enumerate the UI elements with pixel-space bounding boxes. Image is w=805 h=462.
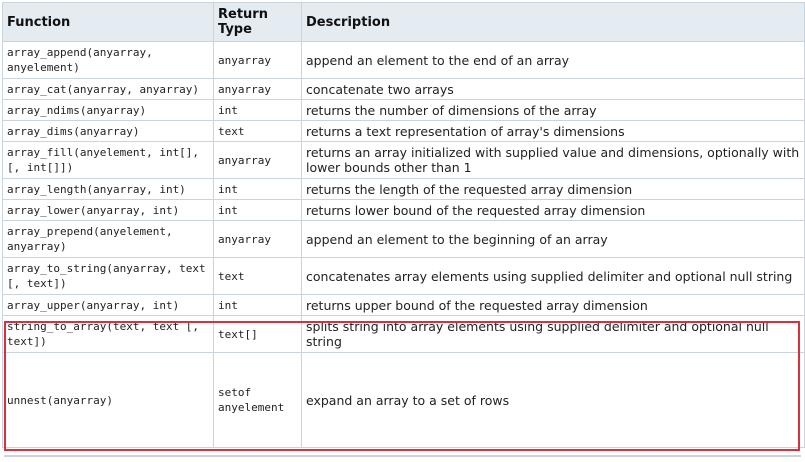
description-cell: returns a text representation of array's… bbox=[301, 120, 805, 142]
table-row: array_upper(anyarray, int) int returns u… bbox=[2, 294, 805, 316]
table-bottom-border bbox=[4, 455, 801, 457]
description-cell: concatenate two arrays bbox=[301, 78, 805, 100]
return-type-cell: text bbox=[213, 120, 302, 142]
function-cell: array_prepend(anyelement, anyarray) bbox=[2, 220, 214, 258]
table-row: array_lower(anyarray, int) int returns l… bbox=[2, 199, 805, 221]
return-type-cell: setof anyelement bbox=[213, 352, 302, 448]
function-cell: array_fill(anyelement, int[], [, int[]]) bbox=[2, 141, 214, 179]
description-cell: returns lower bound of the requested arr… bbox=[301, 199, 805, 221]
table-row: array_prepend(anyelement, anyarray) anya… bbox=[2, 220, 805, 258]
return-type-cell: text[] bbox=[213, 315, 302, 353]
return-type-cell: int bbox=[213, 178, 302, 200]
description-cell: returns upper bound of the requested arr… bbox=[301, 294, 805, 316]
function-cell: array_append(anyarray, anyelement) bbox=[2, 41, 214, 79]
table-row: unnest(anyarray) setof anyelement expand… bbox=[2, 352, 805, 448]
return-type-cell: int bbox=[213, 294, 302, 316]
array-functions-table: Function Return Type Description array_a… bbox=[2, 2, 805, 448]
table-row: array_ndims(anyarray) int returns the nu… bbox=[2, 99, 805, 121]
table-row: array_fill(anyelement, int[], [, int[]])… bbox=[2, 141, 805, 179]
table-row: array_append(anyarray, anyelement) anyar… bbox=[2, 41, 805, 79]
table-header-row: Function Return Type Description bbox=[2, 2, 805, 42]
function-cell: array_to_string(anyarray, text [, text]) bbox=[2, 257, 214, 295]
function-cell: string_to_array(text, text [, text]) bbox=[2, 315, 214, 353]
header-description: Description bbox=[301, 2, 805, 42]
function-cell: array_lower(anyarray, int) bbox=[2, 199, 214, 221]
function-cell: array_cat(anyarray, anyarray) bbox=[2, 78, 214, 100]
description-cell: append an element to the beginning of an… bbox=[301, 220, 805, 258]
return-type-cell: anyarray bbox=[213, 220, 302, 258]
header-function: Function bbox=[2, 2, 214, 42]
function-cell: array_dims(anyarray) bbox=[2, 120, 214, 142]
description-cell: append an element to the end of an array bbox=[301, 41, 805, 79]
table-row: string_to_array(text, text [, text]) tex… bbox=[2, 315, 805, 353]
function-cell: array_upper(anyarray, int) bbox=[2, 294, 214, 316]
return-type-cell: text bbox=[213, 257, 302, 295]
return-type-cell: anyarray bbox=[213, 141, 302, 179]
function-table-container: Function Return Type Description array_a… bbox=[2, 2, 805, 448]
table-row: array_cat(anyarray, anyarray) anyarray c… bbox=[2, 78, 805, 100]
function-cell: unnest(anyarray) bbox=[2, 352, 214, 448]
description-cell: returns an array initialized with suppli… bbox=[301, 141, 805, 179]
return-type-cell: anyarray bbox=[213, 41, 302, 79]
description-cell: concatenates array elements using suppli… bbox=[301, 257, 805, 295]
table-row: array_to_string(anyarray, text [, text])… bbox=[2, 257, 805, 295]
table-row: array_length(anyarray, int) int returns … bbox=[2, 178, 805, 200]
return-type-cell: int bbox=[213, 99, 302, 121]
return-type-cell: anyarray bbox=[213, 78, 302, 100]
description-cell: returns the number of dimensions of the … bbox=[301, 99, 805, 121]
description-cell: returns the length of the requested arra… bbox=[301, 178, 805, 200]
table-row: array_dims(anyarray) text returns a text… bbox=[2, 120, 805, 142]
header-return-type: Return Type bbox=[213, 2, 302, 42]
return-type-cell: int bbox=[213, 199, 302, 221]
function-cell: array_ndims(anyarray) bbox=[2, 99, 214, 121]
description-cell: expand an array to a set of rows bbox=[301, 352, 805, 448]
description-cell: splits string into array elements using … bbox=[301, 315, 805, 353]
function-cell: array_length(anyarray, int) bbox=[2, 178, 214, 200]
